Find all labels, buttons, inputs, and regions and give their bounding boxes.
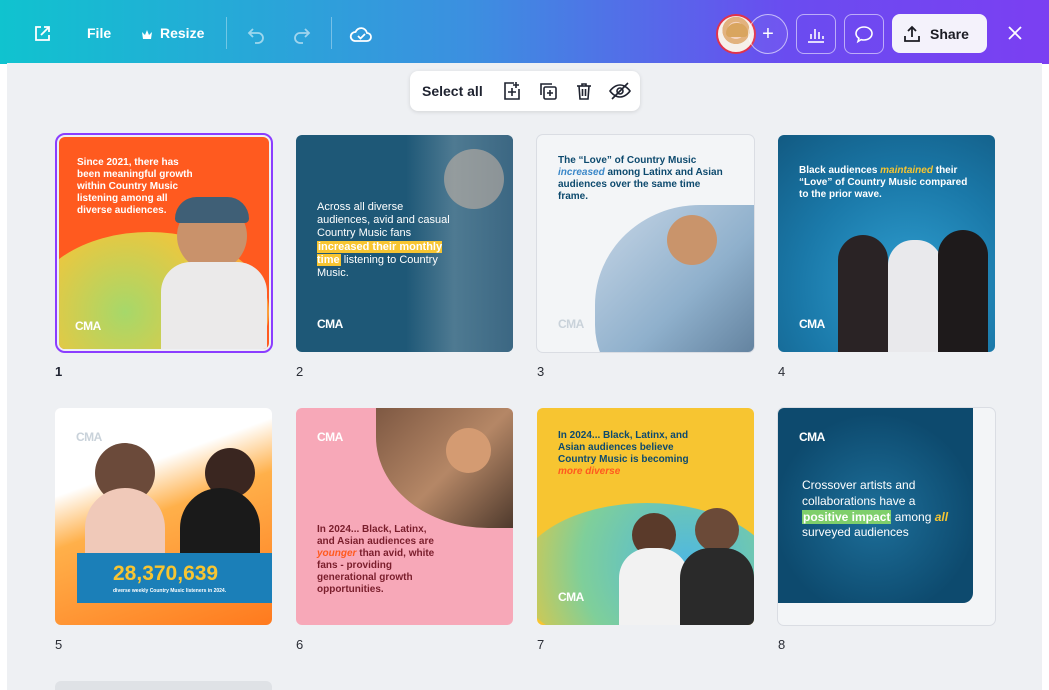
redo-icon[interactable] <box>290 22 314 46</box>
cma-logo: CMA <box>75 319 101 333</box>
bar-chart-icon <box>808 29 824 43</box>
crowd-photo <box>376 408 513 528</box>
cma-logo: CMA <box>558 317 584 331</box>
cma-logo: CMA <box>317 430 343 444</box>
share-button[interactable]: Share <box>892 14 987 53</box>
stat-caption: diverse weekly Country Music listeners i… <box>113 588 227 594</box>
page-thumbnail-3[interactable]: The “Love” of Country Music increased am… <box>537 135 754 352</box>
slide-text: Crossover artists and collaborations hav… <box>802 478 949 540</box>
page-number-4: 4 <box>778 364 786 379</box>
page-number-7: 7 <box>537 637 545 652</box>
page-number-1: 1 <box>55 364 63 379</box>
separator <box>226 17 227 49</box>
page-number-3: 3 <box>537 364 545 379</box>
person-photo <box>838 235 888 352</box>
slide-text: Across all diverse audiences, avid and c… <box>317 201 450 279</box>
page-thumbnail-8[interactable]: Crossover artists and collaborations hav… <box>778 408 995 625</box>
add-page-icon[interactable] <box>501 80 523 102</box>
page-thumbnail-1[interactable]: Since 2021, there has been meaningful gr… <box>55 133 273 353</box>
slide-text: Since 2021, there has been meaningful gr… <box>77 157 193 216</box>
close-icon[interactable] <box>1004 22 1026 44</box>
comment-icon <box>855 26 873 44</box>
select-all-button[interactable]: Select all <box>422 83 483 99</box>
share-label: Share <box>930 25 969 42</box>
add-collaborator-button[interactable]: + <box>748 14 788 54</box>
page-thumbnail-5[interactable]: 28,370,639 diverse weekly Country Music … <box>55 408 272 625</box>
file-menu[interactable]: File <box>87 25 111 41</box>
comments-button[interactable] <box>844 14 884 54</box>
page-thumbnail-9-partial[interactable] <box>55 681 272 690</box>
plus-icon: + <box>762 22 774 45</box>
crown-icon <box>140 27 154 41</box>
open-external-icon[interactable] <box>30 22 54 46</box>
stat-value: 28,370,639 <box>113 562 219 585</box>
page-number-6: 6 <box>296 637 304 652</box>
duplicate-page-icon[interactable] <box>537 80 559 102</box>
editor-top-bar: File Resize + Share <box>0 0 1049 64</box>
undo-icon[interactable] <box>244 22 268 46</box>
cma-logo: CMA <box>317 317 343 331</box>
cma-logo: CMA <box>799 430 825 444</box>
cma-logo: CMA <box>558 590 584 604</box>
slide-text: The “Love” of Country Music increased am… <box>558 155 723 202</box>
page-thumbnail-6[interactable]: In 2024... Black, Latinx, and Asian audi… <box>296 408 513 625</box>
cma-logo: CMA <box>799 317 825 331</box>
page-thumbnail-2[interactable]: Across all diverse audiences, avid and c… <box>296 135 513 352</box>
page-thumbnail-7[interactable]: In 2024... Black, Latinx, and Asian audi… <box>537 408 754 625</box>
cma-logo: CMA <box>76 430 102 444</box>
page-number-2: 2 <box>296 364 304 379</box>
slide-text: Black audiences maintained their “Love” … <box>799 165 968 200</box>
page-thumbnail-4[interactable]: Black audiences maintained their “Love” … <box>778 135 995 352</box>
insights-button[interactable] <box>796 14 836 54</box>
trash-icon[interactable] <box>573 80 595 102</box>
separator <box>331 17 332 49</box>
upload-icon <box>904 25 920 42</box>
page-number-5: 5 <box>55 637 63 652</box>
selection-toolbar: Select all <box>410 71 640 111</box>
slide-text: In 2024... Black, Latinx, and Asian audi… <box>317 524 435 595</box>
cloud-saved-icon[interactable] <box>348 22 374 46</box>
resize-button[interactable]: Resize <box>160 25 204 41</box>
page-number-8: 8 <box>778 637 786 652</box>
hide-page-icon[interactable] <box>609 80 631 102</box>
slide-text: In 2024... Black, Latinx, and Asian audi… <box>558 430 689 477</box>
